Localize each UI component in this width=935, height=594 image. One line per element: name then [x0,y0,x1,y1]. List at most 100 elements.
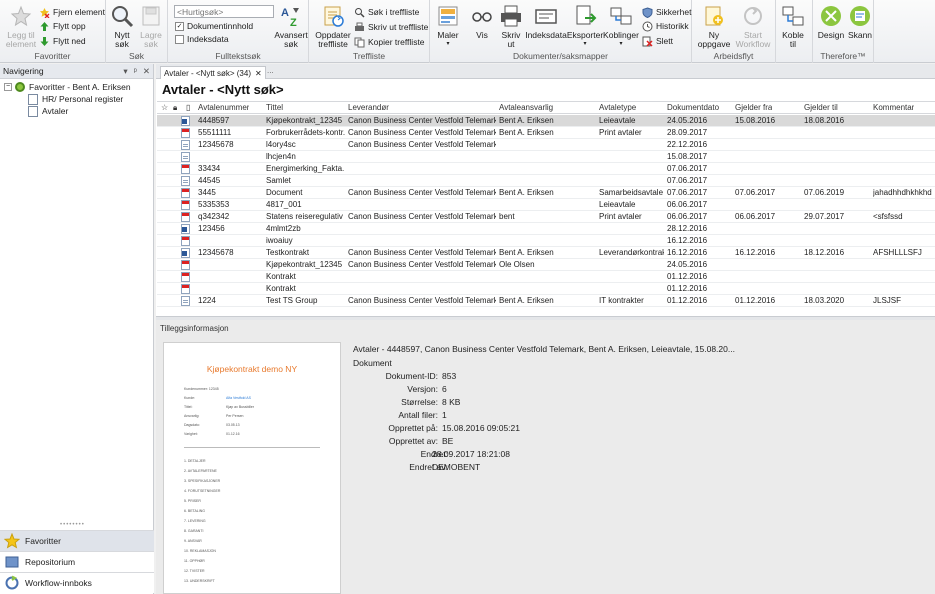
scan-button[interactable]: Skann [846,3,874,40]
advanced-search-button[interactable]: AZ Avansert søk [274,3,307,49]
metadata-label: Antall filer: [398,410,438,420]
filetype-column-icon[interactable]: ▯ [186,102,190,114]
connect-button[interactable]: Koble til [780,3,806,49]
table-row[interactable]: 3445 Document Canon Business Center Vestfo… [157,187,935,199]
column-header[interactable]: Avtaleansvarlig [499,102,553,114]
column-header[interactable]: Avtaletype [599,102,636,114]
tab-close-icon[interactable]: ✕ [255,69,262,78]
table-row[interactable]: 33434 Energimerking_Fakta... 07.06.2017 [157,163,935,175]
copy-hitlist-button[interactable]: Kopier treffliste [354,36,425,48]
nav-button-workflow-inbox[interactable]: Workflow-innboks [0,572,154,593]
column-header[interactable]: Gjelder til [804,102,838,114]
quick-search-input[interactable] [174,5,274,18]
design-button[interactable]: Design [817,3,845,40]
table-row[interactable]: 12345678 Testkontrakt Canon Business Cente… [157,247,935,259]
view-button[interactable]: Vis [470,3,494,40]
delete-button[interactable]: Slett [642,35,673,47]
new-search-button[interactable]: Nytt søk [109,3,135,49]
links-button[interactable]: Koblinger ▾ [603,3,639,49]
column-header[interactable]: Gjelder fra [735,102,772,114]
glasses-icon [469,3,495,29]
indexdata-icon [533,3,559,29]
column-header[interactable]: Tittel [266,102,283,114]
save-search-button[interactable]: Lagre søk [137,3,165,49]
templates-button[interactable]: Maler ▾ [436,3,460,49]
nav-dropdown-icon[interactable]: ▾ [123,66,127,77]
table-row[interactable]: 4448597 Kjøpekontrakt_12345 Canon Business… [157,115,935,127]
move-up-button[interactable]: Flytt opp [39,20,86,32]
table-row[interactable]: 44545 Samlet 07.06.2017 [157,175,935,187]
preview-list-item: 5. PRISER [184,499,201,503]
table-cell: 123456 [198,224,225,233]
refresh-hitlist-button[interactable]: Oppdater treffliste [315,3,351,49]
table-cell [873,115,932,127]
table-row[interactable]: lhcjen4n 15.08.2017 [157,151,935,163]
table-row[interactable]: q342342 Statens reiseregulativ Canon Busin… [157,211,935,223]
pane-grip[interactable]: •••••••• [60,522,85,528]
table-cell [873,235,932,247]
table-row[interactable]: 55511111 Forbrukerrådets-kontr... Canon Bu… [157,127,935,139]
register-icon [28,105,38,117]
table-row[interactable]: iwoaiuy 16.12.2016 [157,235,935,247]
lock-column-icon[interactable]: 🔒︎ [173,102,177,114]
nav-pin-icon[interactable]: ᵖ [134,66,137,77]
start-workflow-button[interactable]: Start Workflow [732,3,774,49]
star-remove-icon [39,7,50,18]
tab-overflow-button[interactable]: ... [267,66,274,75]
table-cell: 4448597 [198,116,230,125]
indexdata-button[interactable]: Indeksdata [525,3,567,40]
table-cell [599,259,664,271]
metadata-value: DEMOBENT [432,462,481,472]
table-cell: q342342 [198,212,230,221]
links-icon [608,3,634,29]
refresh-list-icon [320,3,346,29]
table-row[interactable]: 12345678 l4ory4sc Canon Business Center Ve… [157,139,935,151]
favorite-column-icon[interactable]: ☆ [161,102,168,114]
column-header[interactable]: Leverandør [348,102,389,114]
table-row[interactable]: Kontrakt 01.12.2016 [157,283,935,295]
table-cell [499,235,596,247]
remove-favorite-button[interactable]: Fjern element [39,6,105,18]
table-row[interactable]: Kjøpekontrakt_12345 Canon Business Center… [157,259,935,271]
column-header[interactable]: Kommentar [873,102,914,114]
preview-field-value: 03.05.13 [226,423,240,427]
nav-button-favorites[interactable]: Favoritter [0,530,154,551]
pdf-file-icon [181,200,190,210]
move-down-button[interactable]: Flytt ned [39,35,86,47]
index-data-checkbox[interactable]: Indeksdata [175,33,229,45]
collapse-toggle-icon[interactable]: − [4,83,12,91]
table-cell: 07.06.2017 [667,188,708,197]
tree-item-hr-register[interactable]: HR/ Personal register [28,93,123,105]
add-favorite-button[interactable]: Legg til element [4,3,38,49]
search-in-hitlist-button[interactable]: Søk i treffliste [354,6,419,18]
table-row[interactable]: 5335353 4817_001 Leieavtale 06.06.2017 [157,199,935,211]
table-row[interactable]: 1224 Test TS Group Canon Business Center V… [157,295,935,307]
metadata-value: 8 KB [442,397,461,407]
security-button[interactable]: Sikkerhet [642,6,691,18]
metadata-value: 853 [442,371,457,381]
table-row[interactable]: Kontrakt 01.12.2016 [157,271,935,283]
print-hitlist-button[interactable]: Skriv ut treffliste [354,21,428,33]
nav-button-repository[interactable]: Repositorium [0,551,154,572]
table-row[interactable]: 123456 4mlmt2zb 28.12.2016 [157,223,935,235]
arrow-down-icon [39,36,50,47]
document-preview[interactable]: Kjøpekontrakt demo NY Kundenummer: 12345… [163,342,341,594]
export-button[interactable]: Eksporter ▾ [567,3,603,49]
table-cell [499,139,596,151]
new-task-button[interactable]: Ny oppgave [696,3,732,49]
preview-field-value: Alfa Vestfold AS [226,396,251,400]
pdf-file-icon [181,212,190,222]
print-button[interactable]: Skriv ut [499,3,523,49]
tab-avtaler-search[interactable]: Avtaler - <Nytt søk> (34) ✕ [160,66,266,79]
doc-file-icon [181,152,190,162]
nav-close-icon[interactable]: ✕ [143,66,150,77]
column-header[interactable]: Dokumentdato [667,102,719,114]
history-button[interactable]: Historikk [642,20,689,32]
tree-root-favorites[interactable]: − Favoritter - Bent A. Eriksen [4,81,131,93]
column-header[interactable]: Avtalenummer [198,102,249,114]
tree-item-avtaler[interactable]: Avtaler [28,105,68,117]
table-cell: 4mlmt2zb [266,224,301,233]
table-cell [499,283,596,295]
doc-content-checkbox[interactable]: ✓ Dokumentinnhold [175,20,253,32]
table-cell [735,199,801,211]
